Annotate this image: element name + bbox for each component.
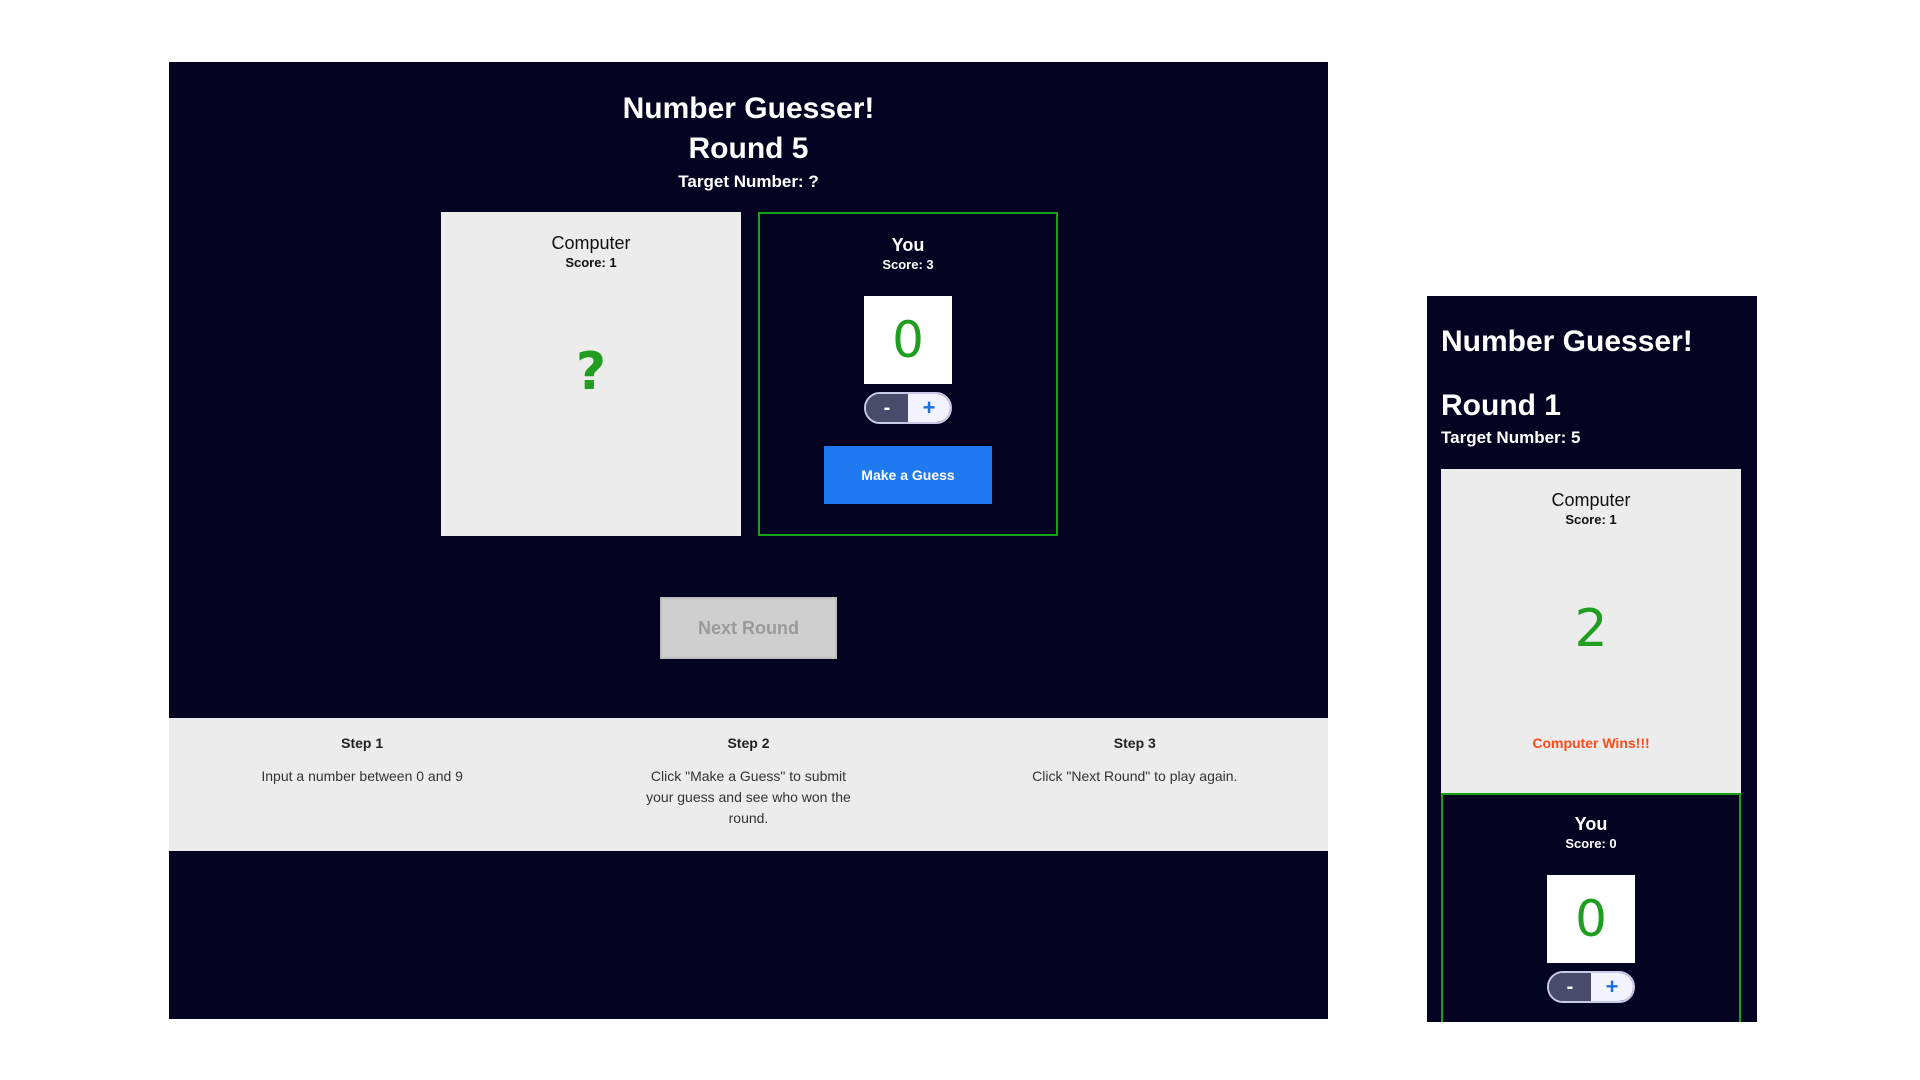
mobile-page-title: Number Guesser!	[1441, 325, 1693, 358]
guess-stepper: - +	[864, 392, 952, 424]
step-2: Step 2 Click "Make a Guess" to submit yo…	[643, 734, 853, 851]
result-message: Computer Wins!!!	[1532, 735, 1650, 751]
mobile-computer-score: Score: 1	[1565, 512, 1617, 527]
step-title: Step 2	[727, 735, 770, 751]
header: Number Guesser! Round 5 Target Number: ?	[169, 62, 1328, 195]
mobile-computer-name: Computer	[1551, 490, 1631, 510]
computer-name: Computer	[551, 233, 631, 253]
mobile-round-label: Round 1	[1441, 389, 1561, 422]
mobile-increment-button[interactable]: +	[1591, 973, 1633, 1001]
mobile-you-score: Score: 0	[1565, 836, 1617, 851]
mobile-computer-panel: Computer Score: 1 2 Computer Wins!!!	[1441, 469, 1741, 793]
computer-panel: Computer Score: 1 ?	[441, 212, 741, 536]
you-name: You	[891, 235, 925, 255]
stage: Number Guesser! Round 5 Target Number: ?…	[0, 0, 1920, 1080]
step-text: Click "Next Round" to play again.	[1032, 768, 1238, 784]
computer-score: Score: 1	[565, 255, 617, 270]
next-round-button[interactable]: Next Round	[660, 597, 837, 659]
instructions: Step 1 Input a number between 0 and 9 St…	[169, 718, 1328, 851]
step-title: Step 3	[1113, 735, 1156, 751]
round-label: Round 5	[688, 132, 809, 165]
you-panel: You Score: 3 0 - + Make a Guess	[758, 212, 1058, 536]
you-score: Score: 3	[882, 257, 934, 272]
step-title: Step 1	[341, 735, 384, 751]
mobile-view: Number Guesser! Round 1 Target Number: 5…	[1427, 296, 1757, 1022]
step-text: Click "Make a Guess" to submit your gues…	[646, 768, 851, 826]
mobile-you-name: You	[1574, 814, 1608, 834]
mobile-guess-input[interactable]: 0	[1547, 875, 1635, 963]
players-panels: Computer Score: 1 ? You Score: 3 0 - + M…	[441, 212, 1058, 536]
desktop-view: Number Guesser! Round 5 Target Number: ?…	[169, 62, 1328, 1019]
make-guess-button[interactable]: Make a Guess	[824, 446, 992, 504]
target-number: Target Number: ?	[678, 172, 819, 191]
computer-guess: ?	[575, 342, 607, 402]
mobile-guess-stepper: - +	[1547, 971, 1635, 1003]
mobile-decrement-button[interactable]: -	[1549, 973, 1591, 1001]
page-title: Number Guesser!	[622, 92, 875, 125]
decrement-button[interactable]: -	[866, 394, 908, 422]
step-1: Step 1 Input a number between 0 and 9	[257, 734, 467, 851]
step-3: Step 3 Click "Next Round" to play again.	[1030, 734, 1240, 851]
mobile-you-panel: You Score: 0 0 - +	[1441, 793, 1741, 1022]
guess-input[interactable]: 0	[864, 296, 952, 384]
mobile-computer-guess: 2	[1574, 599, 1608, 659]
step-text: Input a number between 0 and 9	[261, 768, 463, 784]
mobile-target-number: Target Number: 5	[1441, 428, 1581, 447]
increment-button[interactable]: +	[908, 394, 950, 422]
